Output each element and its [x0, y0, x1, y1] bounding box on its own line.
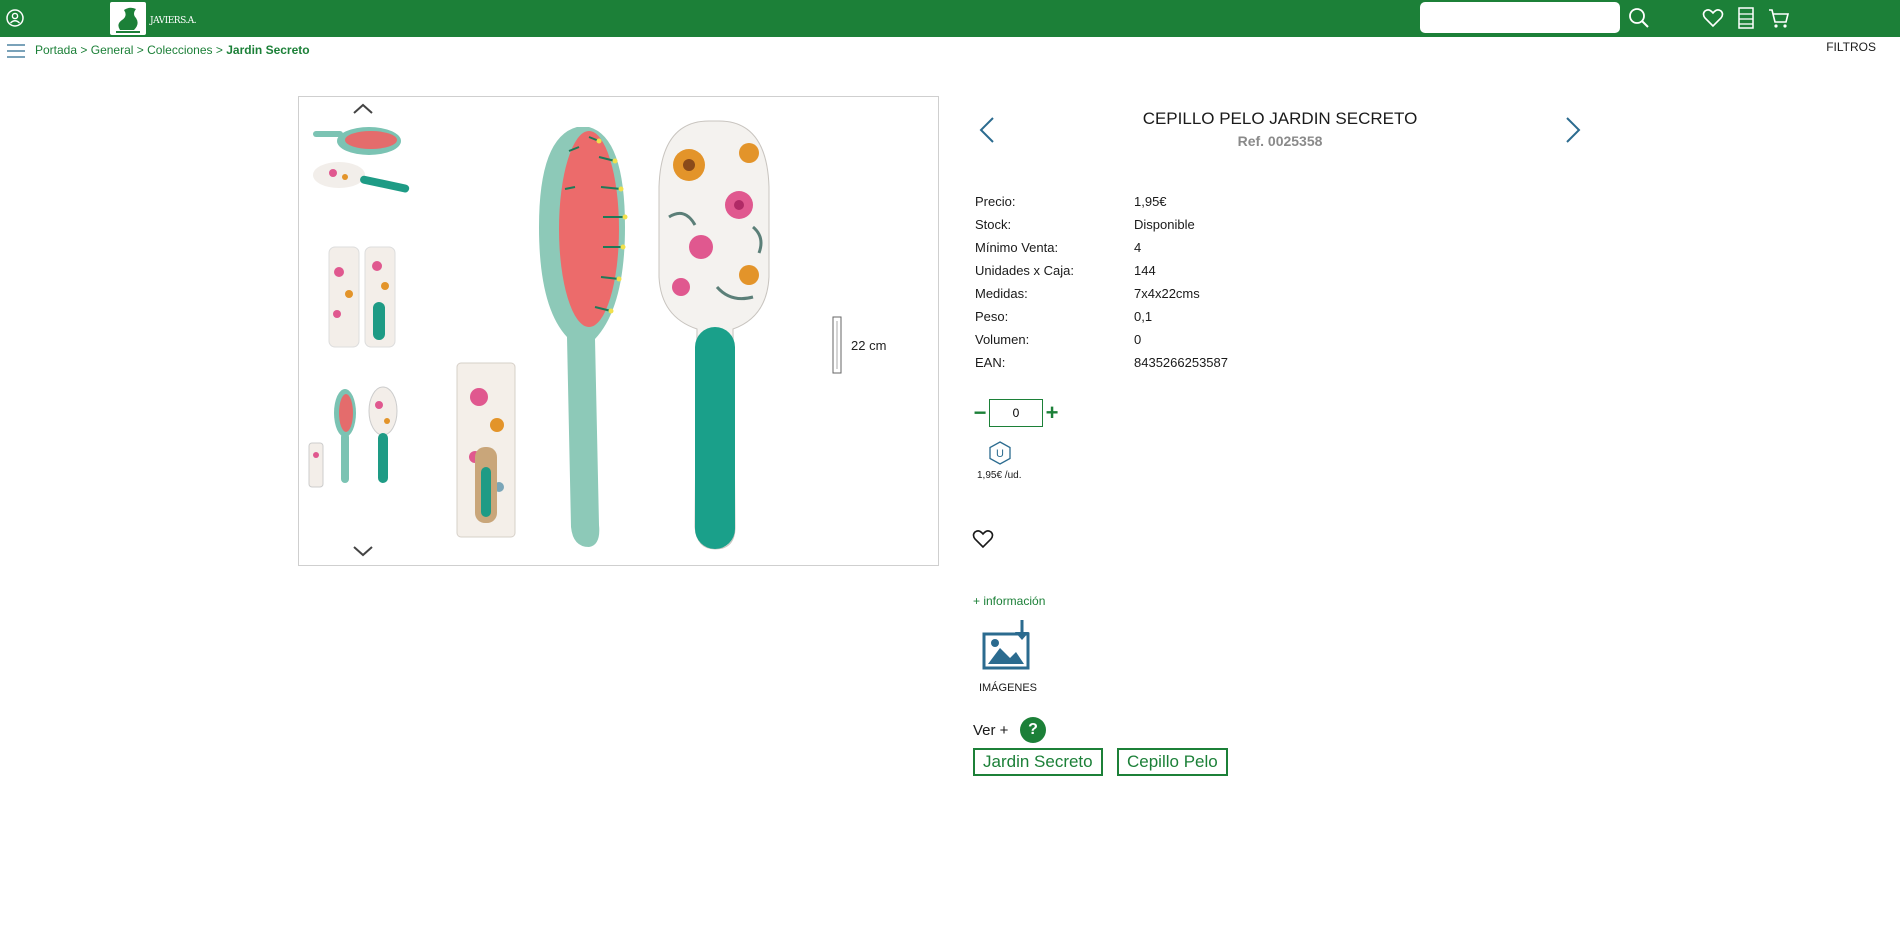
tag-cepillo-pelo[interactable]: Cepillo Pelo — [1117, 748, 1228, 776]
user-icon[interactable] — [6, 9, 24, 27]
quantity-decrease-button[interactable]: − — [972, 402, 988, 424]
breadcrumb-separator: > — [215, 43, 223, 57]
spec-value: 1,95€ — [1134, 194, 1167, 209]
unit-letter: U — [996, 448, 1004, 460]
tag-jardin-secreto[interactable]: Jardin Secreto — [973, 748, 1103, 776]
previous-product-arrow-icon[interactable] — [975, 115, 999, 145]
logo-mark-icon — [110, 2, 146, 35]
spec-label: Unidades x Caja: — [975, 263, 1074, 278]
spec-value: 7x4x22cms — [1134, 286, 1200, 301]
spec-label: Stock: — [975, 217, 1012, 232]
spec-row: Medidas: 7x4x22cms — [975, 286, 1228, 309]
spec-label: Medidas: — [975, 286, 1028, 301]
spec-value: 144 — [1134, 263, 1156, 278]
logo-suffix: S.A. — [180, 16, 197, 26]
quantity-input[interactable] — [989, 399, 1043, 427]
top-bar: JAVIERS.A. — [0, 0, 1900, 37]
spec-label: Volumen: — [975, 332, 1030, 347]
breadcrumb-row: Portada > General > Colecciones > Jardin… — [0, 37, 1900, 63]
unit-price: 1,95€ /ud. — [977, 470, 1022, 481]
quantity-stepper: − + — [972, 399, 1060, 427]
spec-row: Stock: Disponible — [975, 217, 1228, 240]
main-product-image[interactable]: 22 cm — [449, 107, 929, 557]
spec-value: 0,1 — [1134, 309, 1153, 324]
search-icon[interactable] — [1626, 5, 1652, 31]
thumbnail-2[interactable] — [307, 242, 417, 362]
product-ref: Ref. 0025358 — [1237, 133, 1323, 149]
spec-row: Precio: 1,95€ — [975, 194, 1228, 217]
product-title: CEPILLO PELO JARDIN SECRETO — [1142, 109, 1418, 128]
cart-icon[interactable] — [1766, 5, 1792, 31]
images-label: IMÁGENES — [978, 682, 1038, 694]
spec-row: Volumen: 0 — [975, 332, 1228, 355]
spec-label: Peso: — [975, 309, 1009, 324]
product-gallery: 22 cm — [298, 96, 939, 566]
logo-text: JAVIERS.A. — [150, 16, 197, 26]
thumbnail-strip — [307, 97, 417, 567]
breadcrumb-separator: > — [136, 43, 144, 57]
spec-value: Disponible — [1134, 217, 1195, 232]
breadcrumb-link[interactable]: Colecciones — [147, 43, 212, 57]
spec-row: Mínimo Venta: 4 — [975, 240, 1228, 263]
logo[interactable]: JAVIERS.A. — [110, 2, 197, 35]
spec-label: EAN: — [975, 355, 1006, 370]
spec-label: Precio: — [975, 194, 1016, 209]
filters-button[interactable]: FILTROS — [1826, 40, 1876, 54]
image-download-icon — [982, 618, 1034, 672]
hamburger-menu-icon[interactable] — [7, 43, 25, 59]
spec-value: 8435266253587 — [1134, 355, 1228, 370]
breadcrumb-link[interactable]: Portada — [35, 43, 77, 57]
heart-icon[interactable] — [1700, 5, 1726, 31]
spec-value: 4 — [1134, 240, 1142, 255]
unit-hexagon-icon[interactable]: U — [988, 441, 1012, 465]
quantity-increase-button[interactable]: + — [1044, 402, 1060, 424]
help-button[interactable]: ? — [1020, 717, 1046, 743]
breadcrumb-separator: > — [80, 43, 88, 57]
spec-row: Peso: 0,1 — [975, 309, 1228, 332]
see-more-label: Ver + — [973, 722, 1009, 739]
images-download-button[interactable]: IMÁGENES — [976, 618, 1040, 698]
more-info-link[interactable]: + información — [973, 594, 1045, 608]
heart-icon[interactable] — [972, 529, 994, 551]
thumbnail-3[interactable] — [307, 383, 417, 503]
chevron-up-icon[interactable] — [351, 101, 375, 117]
spec-row: Unidades x Caja: 144 — [975, 263, 1228, 286]
chevron-down-icon[interactable] — [351, 543, 375, 559]
thumbnail-1[interactable] — [307, 121, 417, 241]
breadcrumb: Portada > General > Colecciones > Jardin… — [35, 43, 310, 57]
spec-label: Mínimo Venta: — [975, 240, 1059, 255]
breadcrumb-link[interactable]: General — [91, 43, 134, 57]
dimension-label: 22 cm — [851, 338, 886, 353]
list-icon[interactable] — [1733, 5, 1759, 31]
specs-table: Precio: 1,95€ Stock: Disponible Mínimo Ven… — [975, 194, 1228, 378]
breadcrumb-current[interactable]: Jardin Secreto — [226, 43, 309, 57]
spec-value: 0 — [1134, 332, 1142, 347]
search-input[interactable] — [1420, 2, 1620, 33]
next-product-arrow-icon[interactable] — [1561, 115, 1585, 145]
spec-row: EAN: 8435266253587 — [975, 355, 1228, 378]
